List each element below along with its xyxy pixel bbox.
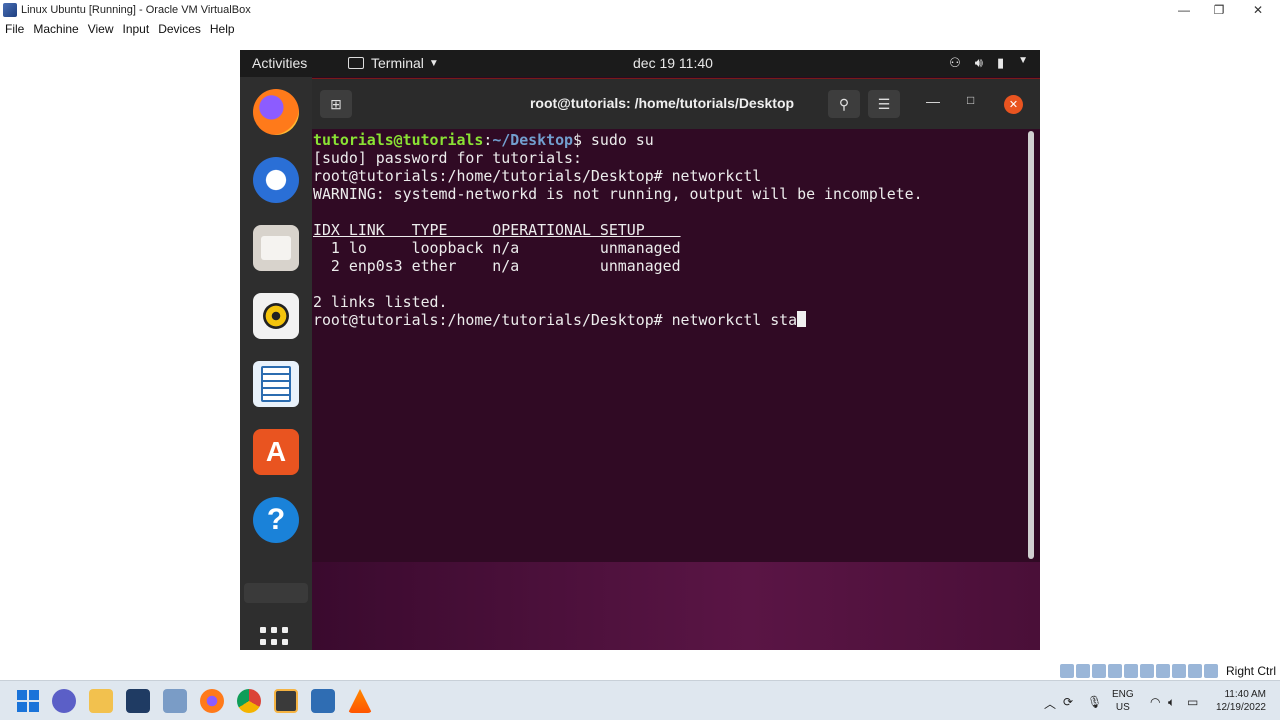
speaker-icon[interactable]: 🔈︎: [1168, 695, 1175, 710]
app-icon[interactable]: [126, 689, 150, 713]
language-indicator[interactable]: ENG US: [1112, 688, 1134, 714]
close-button[interactable]: ✕: [1238, 0, 1278, 20]
windows-start-icon[interactable]: [16, 689, 40, 713]
hamburger-menu-button[interactable]: ☰: [868, 90, 900, 118]
menu-arrow-icon[interactable]: ▼: [1018, 55, 1028, 71]
battery-taskbar-icon[interactable]: ▭: [1187, 695, 1198, 709]
mouse-integration-icon[interactable]: [1204, 664, 1218, 678]
cpu-icon[interactable]: [1188, 664, 1202, 678]
microphone-icon[interactable]: 🎙︎: [1087, 695, 1102, 709]
network-adapter-icon[interactable]: [1108, 664, 1122, 678]
recording-icon[interactable]: [1172, 664, 1186, 678]
gnome-top-bar: Activities Terminal ▼ dec 19 11:40 ⚇ 🔊︎ …: [240, 50, 1040, 77]
terminal-output[interactable]: tutorials@tutorials:~/Desktop$ sudo su […: [313, 131, 1025, 559]
terminal-line: tutorials@tutorials:~/Desktop$ sudo su: [313, 131, 654, 149]
terminal-close-button[interactable]: ✕: [1004, 95, 1023, 114]
libreoffice-writer-icon[interactable]: [253, 361, 299, 407]
snipping-tool-icon[interactable]: [163, 689, 187, 713]
dock: A ?: [240, 77, 312, 650]
rhythmbox-icon[interactable]: [253, 293, 299, 339]
terminal-icon: [348, 57, 364, 69]
menu-file[interactable]: File: [5, 22, 24, 36]
terminal-line: WARNING: systemd-networkd is not running…: [313, 185, 923, 203]
table-row: 1 lo loopback n/a unmanaged: [313, 239, 681, 257]
vm-screen[interactable]: Activities Terminal ▼ dec 19 11:40 ⚇ 🔊︎ …: [240, 50, 1040, 650]
menu-machine[interactable]: Machine: [33, 22, 78, 36]
terminal-scrollbar[interactable]: [1028, 131, 1034, 559]
usb-icon[interactable]: [1124, 664, 1138, 678]
show-applications-icon[interactable]: [260, 627, 292, 650]
menu-help[interactable]: Help: [210, 22, 235, 36]
menu-input[interactable]: Input: [123, 22, 150, 36]
terminal-window[interactable]: ⊞ root@tutorials: /home/tutorials/Deskto…: [312, 78, 1040, 562]
virtualbox-icon: [3, 3, 17, 17]
firefox-icon[interactable]: [253, 89, 299, 135]
chevron-down-icon: ▼: [428, 57, 439, 69]
activities-button[interactable]: Activities: [252, 55, 307, 71]
terminal-line: root@tutorials:/home/tutorials/Desktop# …: [313, 167, 762, 185]
system-tray[interactable]: ⚇ 🔊︎ ▮ ▼: [949, 55, 1028, 71]
files-icon[interactable]: [253, 225, 299, 271]
menu-devices[interactable]: Devices: [158, 22, 201, 36]
audio-icon[interactable]: [1092, 664, 1106, 678]
windows-taskbar: ︿ ⟳ 🎙︎ ENG US ◠ 🔈︎ ▭ 11:40 AM 12/19/2022: [0, 680, 1280, 720]
current-command: root@tutorials:/home/tutorials/Desktop# …: [313, 311, 798, 329]
text-cursor: [797, 311, 807, 327]
chat-icon[interactable]: [52, 689, 76, 713]
current-prompt-line[interactable]: root@tutorials:/home/tutorials/Desktop# …: [313, 311, 1025, 329]
app-menu-label: Terminal: [371, 55, 424, 71]
help-icon[interactable]: ?: [253, 497, 299, 543]
wifi-icon[interactable]: ◠: [1150, 695, 1160, 709]
search-icon: ⚲: [838, 95, 850, 112]
desktop-wallpaper: [312, 562, 1040, 650]
chevron-up-icon[interactable]: ︿: [1044, 695, 1056, 712]
terminal-title: root@tutorials: /home/tutorials/Desktop: [529, 95, 795, 111]
minimize-button[interactable]: —: [1164, 0, 1204, 20]
chrome-icon[interactable]: [237, 689, 261, 713]
shared-folders-icon[interactable]: [1140, 664, 1154, 678]
clock[interactable]: dec 19 11:40: [633, 55, 713, 71]
virtualbox-taskbar-icon[interactable]: [311, 689, 335, 713]
table-header: IDX LINK TYPE OPERATIONAL SETUP: [313, 221, 681, 239]
display-icon[interactable]: [1156, 664, 1170, 678]
sublime-text-icon[interactable]: [274, 689, 298, 713]
optical-drive-icon[interactable]: [1076, 664, 1090, 678]
file-explorer-icon[interactable]: [89, 689, 113, 713]
ubuntu-software-icon[interactable]: A: [253, 429, 299, 475]
vbox-status-bar: Right Ctrl: [1060, 662, 1280, 680]
vlc-icon[interactable]: [348, 689, 372, 713]
taskbar-clock[interactable]: 11:40 AM 12/19/2022: [1210, 688, 1266, 714]
restore-button[interactable]: ❐: [1199, 0, 1239, 20]
thunderbird-icon[interactable]: [253, 157, 299, 203]
host-menubar: File Machine View Input Devices Help: [0, 20, 1280, 38]
sync-icon[interactable]: ⟳: [1063, 695, 1073, 709]
network-icon[interactable]: ⚇: [949, 55, 961, 71]
app-menu[interactable]: Terminal ▼: [348, 55, 439, 71]
dock-separator: [244, 583, 308, 603]
terminal-headerbar: ⊞ root@tutorials: /home/tutorials/Deskto…: [312, 79, 1040, 129]
table-row: 2 enp0s3 ether n/a unmanaged: [313, 257, 681, 275]
hard-disk-icon[interactable]: [1060, 664, 1074, 678]
host-window-title: Linux Ubuntu [Running] - Oracle VM Virtu…: [21, 4, 251, 16]
firefox-taskbar-icon[interactable]: [200, 689, 224, 713]
volume-icon[interactable]: 🔊︎: [975, 55, 983, 71]
terminal-line: [sudo] password for tutorials:: [313, 149, 582, 167]
terminal-line: 2 links listed.: [313, 293, 448, 311]
terminal-minimize-button[interactable]: —: [926, 93, 940, 109]
host-titlebar: Linux Ubuntu [Running] - Oracle VM Virtu…: [0, 0, 1280, 20]
search-button[interactable]: ⚲: [828, 90, 860, 118]
host-key-label: Right Ctrl: [1226, 664, 1277, 678]
battery-icon[interactable]: ▮: [997, 55, 1004, 71]
terminal-maximize-button[interactable]: □: [967, 93, 974, 107]
hamburger-icon: ☰: [877, 95, 891, 112]
menu-view[interactable]: View: [88, 22, 114, 36]
